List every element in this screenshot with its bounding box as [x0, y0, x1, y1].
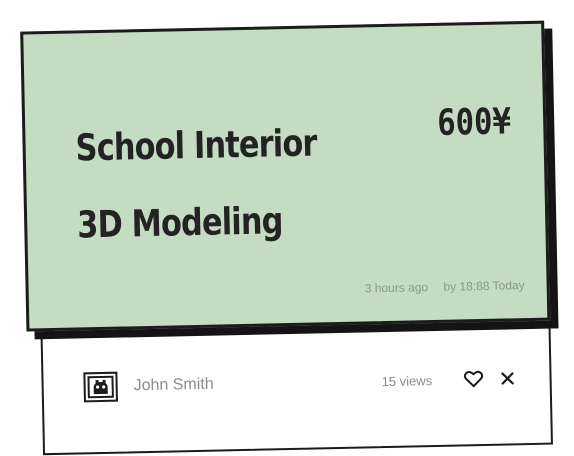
author-name[interactable]: John Smith: [133, 376, 213, 396]
view-count: 15 views: [381, 373, 433, 390]
deadline: by 18:88 Today: [443, 278, 525, 294]
listing-price: 600¥: [437, 101, 512, 144]
avatar-icon[interactable]: [83, 371, 118, 403]
heart-icon[interactable]: [463, 370, 484, 388]
listing-title: School Interior 3D Modeling: [75, 121, 317, 247]
listing-card[interactable]: School Interior 3D Modeling 600¥ 3 hours…: [20, 20, 551, 332]
listing-card-scene: School Interior 3D Modeling 600¥ 3 hours…: [0, 0, 574, 456]
close-icon[interactable]: [499, 370, 515, 386]
listing-meta: 3 hours ago by 18:88 Today: [365, 278, 525, 295]
posted-time: 3 hours ago: [364, 280, 429, 296]
card-footer: John Smith 15 views: [41, 339, 552, 410]
